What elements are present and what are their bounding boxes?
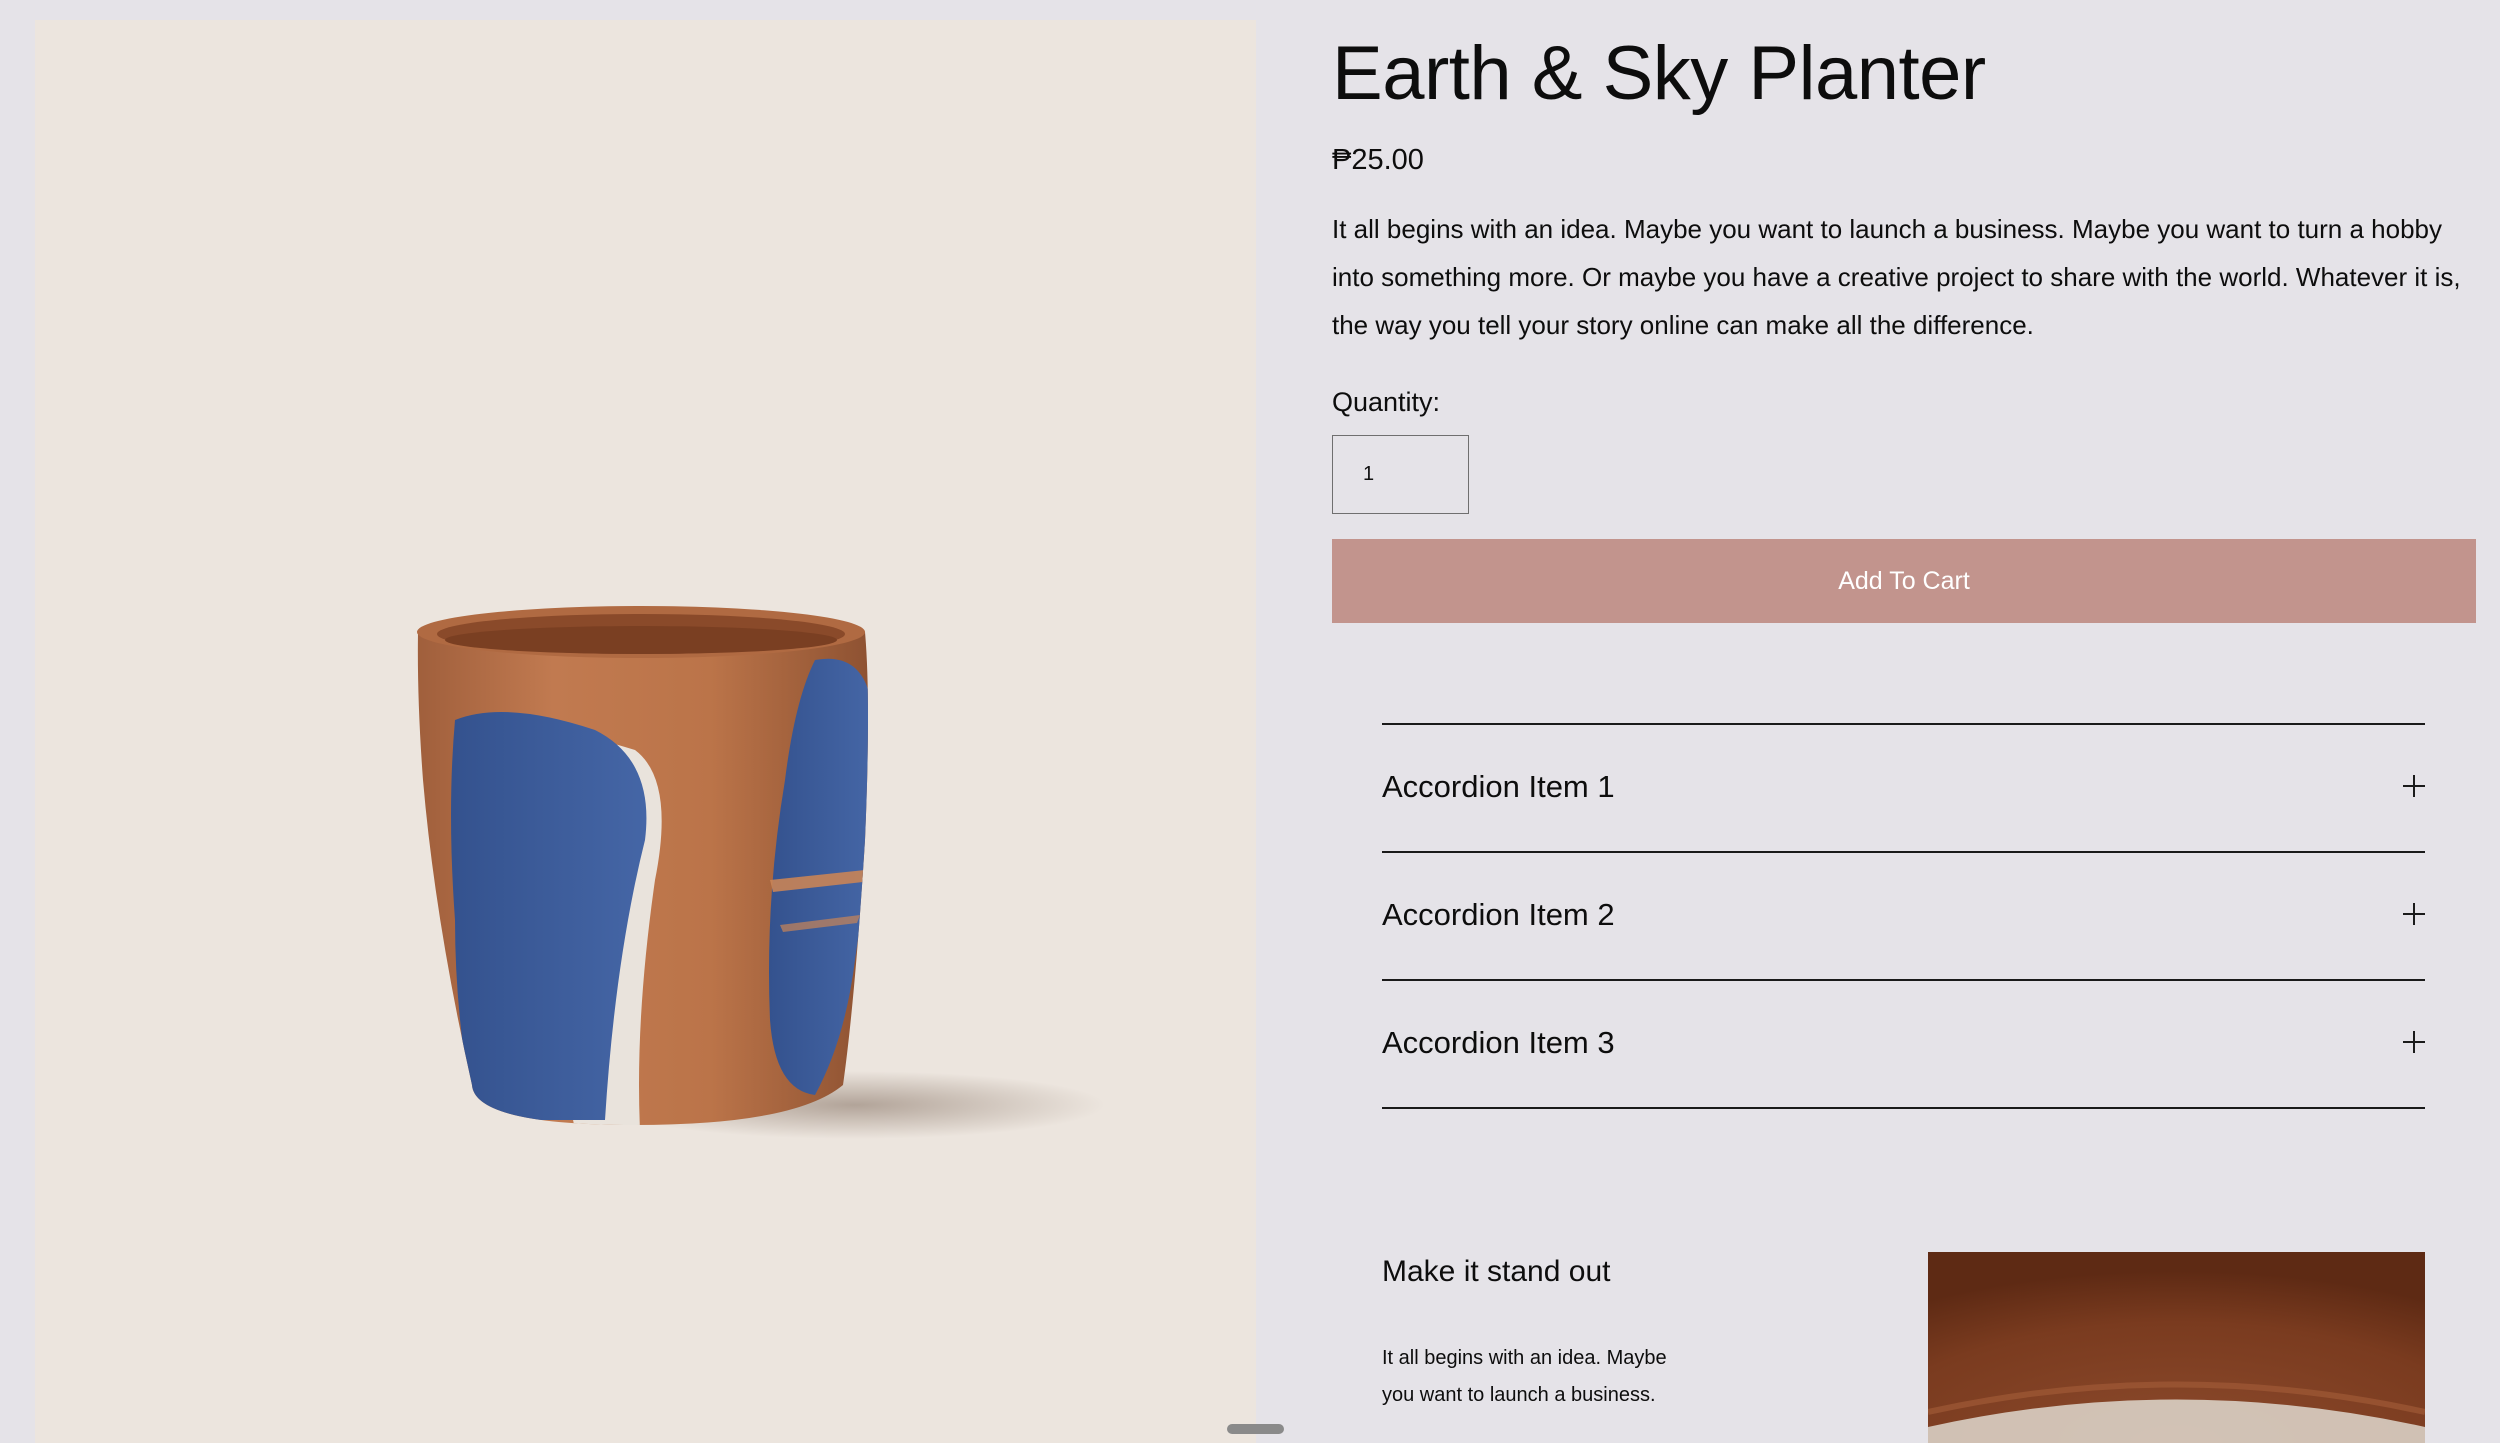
- product-page: Earth & Sky Planter ₱25.00 It all begins…: [0, 0, 2500, 1443]
- scroll-handle[interactable]: [1227, 1424, 1284, 1434]
- quantity-label: Quantity:: [1332, 387, 1441, 417]
- accordion-item-3[interactable]: Accordion Item 3: [1382, 979, 2425, 1109]
- accordion-item-label: Accordion Item 2: [1382, 897, 1615, 932]
- feature-text: It all begins with an idea. Maybe you wa…: [1382, 1347, 1667, 1406]
- product-price: ₱25.00: [1332, 144, 1424, 176]
- feature-heading: Make it stand out: [1382, 1255, 1611, 1288]
- accordion-item-label: Accordion Item 1: [1382, 769, 1615, 804]
- product-image[interactable]: [35, 20, 1256, 1443]
- accordion-item-label: Accordion Item 3: [1382, 1025, 1615, 1060]
- accordion: Accordion Item 1 Accordion Item 2 Accord…: [1382, 723, 2425, 1109]
- quantity-input[interactable]: [1332, 435, 1469, 514]
- add-to-cart-button[interactable]: Add To Cart: [1332, 539, 2476, 623]
- plus-icon[interactable]: [2403, 903, 2425, 925]
- accordion-item-1[interactable]: Accordion Item 1: [1382, 723, 2425, 851]
- accordion-item-2[interactable]: Accordion Item 2: [1382, 851, 2425, 979]
- planter-illustration: [417, 606, 1105, 1139]
- plus-icon[interactable]: [2403, 775, 2425, 797]
- product-title: Earth & Sky Planter: [1332, 31, 1986, 116]
- plus-icon[interactable]: [2403, 1031, 2425, 1053]
- feature-image: [1928, 1252, 2425, 1443]
- product-description: It all begins with an idea. Maybe you wa…: [1332, 214, 2461, 340]
